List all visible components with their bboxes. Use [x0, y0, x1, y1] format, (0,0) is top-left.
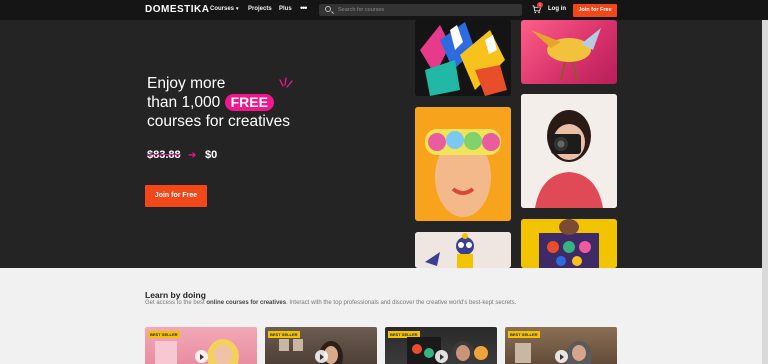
- page-scrollbar[interactable]: [762, 20, 768, 364]
- more-icon[interactable]: •••: [300, 3, 308, 13]
- headline-line-1: Enjoy more: [147, 75, 226, 92]
- hero-artwork-character: [415, 232, 511, 268]
- section-title: Learn by doing: [145, 290, 206, 300]
- search-input[interactable]: [338, 4, 518, 16]
- subtitle-prefix: Get access to the best: [145, 300, 207, 306]
- old-price: $83.88: [147, 149, 181, 161]
- nav-courses-label: Courses: [210, 6, 235, 12]
- hero-artwork-face: [415, 107, 511, 221]
- headline-line-2-text: than 1,000: [147, 94, 221, 111]
- search-icon: [325, 6, 331, 12]
- headline-line-3: courses for creatives: [147, 113, 290, 130]
- hero-photo-photographer: [521, 94, 617, 208]
- new-price: $0: [205, 149, 218, 161]
- course-card[interactable]: BEST SELLER: [145, 327, 257, 364]
- subtitle-bold: online courses for creatives: [206, 300, 287, 306]
- play-icon[interactable]: [195, 350, 208, 363]
- hero-artwork-bird: [521, 20, 617, 84]
- cart-count-badge: 1: [537, 2, 543, 8]
- nav-courses[interactable]: Courses ▾: [210, 6, 239, 12]
- chevron-down-icon: ▾: [236, 6, 239, 12]
- hero-headline: Enjoy more than 1,000 FREE courses for c…: [147, 74, 290, 131]
- arrow-right-icon: ➔: [188, 150, 197, 161]
- nav-plus[interactable]: Plus: [279, 6, 292, 12]
- section-subtitle: Get access to the best online courses fo…: [145, 300, 516, 306]
- headline-line-2: than 1,000 FREE: [147, 93, 290, 112]
- search-bar[interactable]: [319, 4, 522, 16]
- course-card[interactable]: BEST SELLER: [265, 327, 377, 364]
- nav-projects[interactable]: Projects: [248, 6, 272, 12]
- hero-artwork-lettering: [415, 20, 511, 96]
- play-icon[interactable]: [555, 350, 568, 363]
- free-badge: FREE: [224, 94, 274, 111]
- hero-photo-crochet: [521, 219, 617, 268]
- join-free-nav-button[interactable]: Join for Free: [573, 4, 617, 17]
- play-icon[interactable]: [435, 350, 448, 363]
- domestika-logo[interactable]: DOMESTIKA: [145, 4, 210, 15]
- subtitle-suffix: . Interact with the top professionals an…: [286, 300, 517, 306]
- play-icon[interactable]: [315, 350, 328, 363]
- course-card[interactable]: BEST SELLER: [385, 327, 497, 364]
- course-card[interactable]: BEST SELLER: [505, 327, 617, 364]
- join-free-hero-button[interactable]: Join for Free: [145, 185, 207, 207]
- page: DOMESTIKA Courses▾ Projects Plus ••• 1 L…: [0, 0, 768, 364]
- sparkle-icon: [279, 77, 293, 88]
- hero-section: [0, 20, 768, 268]
- login-link[interactable]: Log in: [548, 6, 566, 12]
- top-nav: DOMESTIKA Courses▾ Projects Plus ••• 1 L…: [0, 0, 768, 20]
